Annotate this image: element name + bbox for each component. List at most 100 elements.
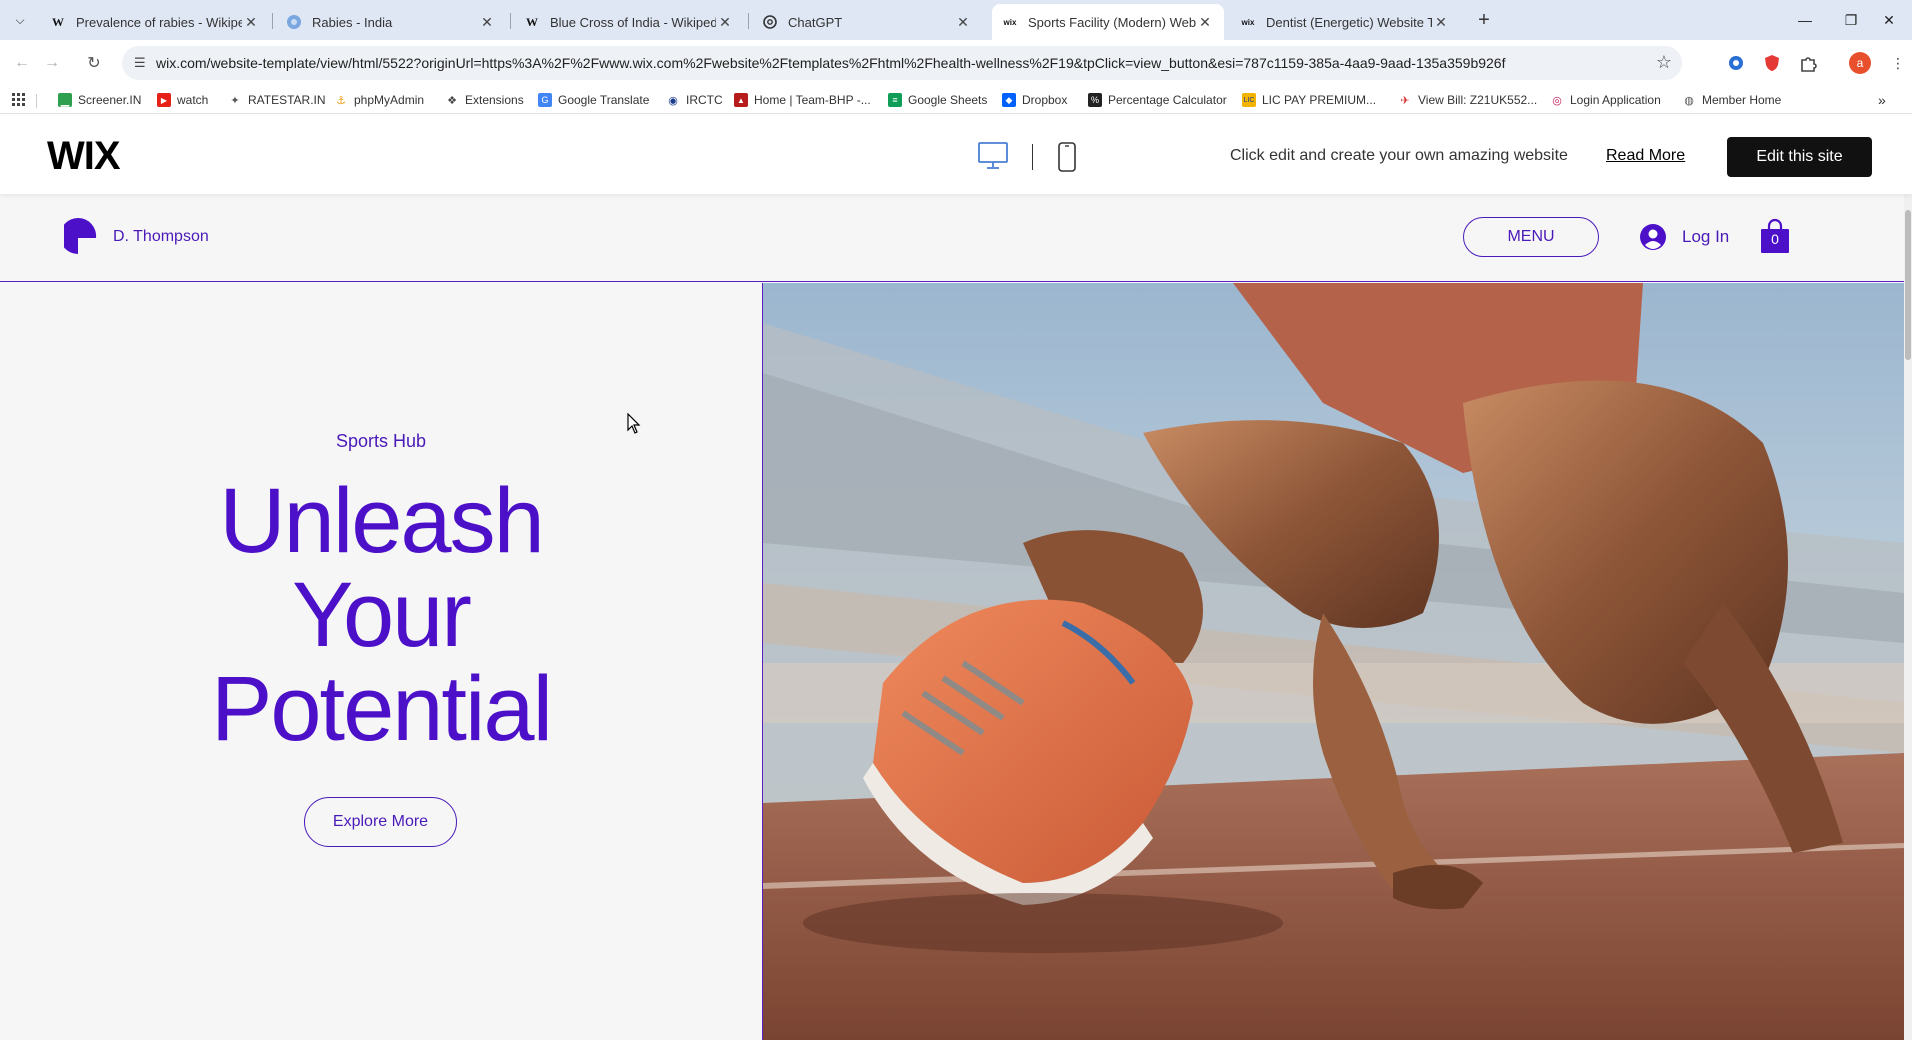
- tab-divider: [510, 13, 511, 29]
- browser-tab-6[interactable]: wix Dentist (Energetic) Website Ten ✕: [1230, 4, 1460, 40]
- brand-name[interactable]: D. Thompson: [113, 228, 209, 246]
- mouse-cursor-icon: [627, 413, 641, 434]
- bookmark-label: Percentage Calculator: [1108, 93, 1227, 107]
- browser-tab-5-active[interactable]: wix Sports Facility (Modern) Websit ✕: [992, 4, 1224, 40]
- reload-icon[interactable]: ↻: [82, 51, 106, 75]
- bookmark-phpmyadmin[interactable]: ⚓ phpMyAdmin: [334, 91, 424, 109]
- browser-tab-1[interactable]: W Prevalence of rabies - Wikipedi ✕: [40, 4, 270, 40]
- bookmark-login-application[interactable]: ◎ Login Application: [1550, 91, 1661, 109]
- browser-tab-4[interactable]: ChatGPT ✕: [752, 4, 982, 40]
- wix-favicon-icon: wix: [1003, 17, 1017, 27]
- lic-icon: LIC: [1242, 93, 1256, 107]
- chrome-profile-avatar[interactable]: a: [1849, 52, 1871, 74]
- tab-title: Dentist (Energetic) Website Ten: [1266, 14, 1432, 30]
- chatgpt-icon: [762, 14, 778, 30]
- tab-title: ChatGPT: [788, 14, 843, 30]
- bookmark-label: LIC PAY PREMIUM...: [1262, 93, 1377, 107]
- site-info-icon[interactable]: ☰: [134, 55, 146, 71]
- bookmark-divider: [36, 94, 37, 108]
- new-tab-plus-icon[interactable]: +: [1472, 8, 1496, 32]
- close-tab-icon[interactable]: ✕: [954, 14, 972, 31]
- tab-title: Sports Facility (Modern) Websit: [1028, 14, 1196, 30]
- headline-line-3: Potential: [210, 658, 553, 760]
- bookmark-label: phpMyAdmin: [354, 93, 425, 107]
- minimize-icon[interactable]: —: [1782, 0, 1828, 40]
- bookmark-google-sheets[interactable]: ≡ Google Sheets: [888, 91, 987, 109]
- browser-tab-3[interactable]: W Blue Cross of India - Wikipedia ✕: [514, 4, 744, 40]
- bookmark-percentage-calculator[interactable]: % Percentage Calculator: [1088, 91, 1227, 109]
- wix-logo[interactable]: WIX: [47, 134, 121, 179]
- scrollbar-thumb[interactable]: [1905, 210, 1911, 360]
- extension-shield-icon[interactable]: [1760, 51, 1784, 75]
- close-tab-icon[interactable]: ✕: [1432, 14, 1450, 31]
- tab-search-chevron-icon[interactable]: ⌵: [8, 8, 32, 32]
- close-tab-icon[interactable]: ✕: [242, 14, 260, 31]
- headline-line-1: Unleash: [219, 470, 545, 572]
- close-tab-icon[interactable]: ✕: [716, 14, 734, 31]
- extensions-puzzle-icon[interactable]: [1796, 51, 1820, 75]
- hero-image-athlete: [763, 283, 1904, 1040]
- phpmyadmin-icon: ⚓: [336, 94, 346, 107]
- bookmark-extensions[interactable]: ❖ Extensions: [445, 91, 524, 109]
- extension-ring-icon[interactable]: [1724, 51, 1748, 75]
- bookmark-irctc[interactable]: ◉ IRCTC: [666, 91, 723, 109]
- bookmark-label: Google Translate: [558, 93, 650, 107]
- sheets-icon: ≡: [888, 93, 902, 107]
- close-tab-icon[interactable]: ✕: [478, 14, 496, 31]
- cart-count: 0: [1771, 231, 1779, 247]
- apps-grid-icon[interactable]: [12, 91, 26, 109]
- wix-favicon-icon: wix: [1241, 17, 1255, 27]
- browser-tab-2[interactable]: Rabies - India ✕: [276, 4, 506, 40]
- read-more-link[interactable]: Read More: [1606, 147, 1685, 165]
- tab-title: Blue Cross of India - Wikipedia: [550, 14, 716, 30]
- login-app-icon: ◎: [1552, 94, 1562, 107]
- bookmark-star-icon[interactable]: ☆: [1656, 52, 1672, 73]
- bookmark-screener[interactable]: ▁ Screener.IN: [58, 91, 141, 109]
- teambhp-icon: ▲: [734, 93, 748, 107]
- bookmark-member-home[interactable]: ◍ Member Home: [1682, 91, 1781, 109]
- globe-icon: ◍: [1684, 94, 1694, 107]
- bookmark-label: Login Application: [1570, 93, 1661, 107]
- login-button[interactable]: Log In: [1640, 224, 1729, 250]
- bill-icon: ✈: [1400, 94, 1410, 107]
- youtube-icon: ▶: [157, 93, 171, 107]
- site-preview: D. Thompson MENU Log In 0 Sports Hub Unl…: [0, 194, 1912, 1040]
- back-arrow-icon[interactable]: ←: [10, 51, 34, 75]
- address-bar[interactable]: ☰ wix.com/website-template/view/html/552…: [122, 46, 1682, 80]
- explore-more-button[interactable]: Explore More: [304, 797, 457, 847]
- close-window-icon[interactable]: ✕: [1866, 0, 1912, 40]
- hero-text-panel: Sports Hub Unleash Your Potential Explor…: [0, 283, 762, 1040]
- chart-icon: ▁: [58, 93, 72, 107]
- hero-eyebrow: Sports Hub: [335, 431, 427, 451]
- more-bookmarks-chevron-icon[interactable]: »: [1878, 91, 1886, 109]
- login-label: Log In: [1682, 227, 1730, 246]
- percent-icon: %: [1088, 93, 1102, 107]
- bookmark-watch[interactable]: ▶ watch: [157, 91, 208, 109]
- close-tab-icon[interactable]: ✕: [1196, 14, 1214, 31]
- brand-logo-icon[interactable]: [64, 216, 98, 256]
- bookmark-label: IRCTC: [686, 93, 723, 107]
- menu-button[interactable]: MENU: [1463, 217, 1599, 257]
- forward-arrow-icon[interactable]: →: [40, 51, 64, 75]
- bookmark-ratestar[interactable]: ✦ RATESTAR.IN: [228, 91, 325, 109]
- mobile-view-icon[interactable]: [1058, 142, 1076, 172]
- bookmark-google-translate[interactable]: G Google Translate: [538, 91, 649, 109]
- bookmark-label: View Bill: Z21UK552...: [1418, 93, 1538, 107]
- puzzle-icon: ❖: [447, 94, 457, 107]
- chrome-menu-dots-icon[interactable]: ⋮: [1886, 51, 1910, 75]
- tab-title: Prevalence of rabies - Wikipedi: [76, 14, 242, 30]
- bookmark-view-bill[interactable]: ✈ View Bill: Z21UK552...: [1398, 91, 1537, 109]
- athlete-photo: [763, 283, 1904, 1040]
- tab-divider: [272, 13, 273, 29]
- desktop-view-icon[interactable]: [978, 142, 1008, 170]
- bookmark-lic-pay-premium[interactable]: LIC LIC PAY PREMIUM...: [1242, 91, 1376, 109]
- device-divider: [1032, 144, 1033, 170]
- bookmark-team-bhp[interactable]: ▲ Home | Team-BHP -...: [734, 91, 871, 109]
- bookmark-label: Google Sheets: [908, 93, 988, 107]
- headline-line-2: Your: [292, 564, 472, 666]
- edit-this-site-button[interactable]: Edit this site: [1727, 137, 1872, 177]
- url-text[interactable]: wix.com/website-template/view/html/5522?…: [156, 55, 1505, 71]
- browser-tab-strip: ⌵ W Prevalence of rabies - Wikipedi ✕ Ra…: [0, 0, 1912, 40]
- bookmark-dropbox[interactable]: ◆ Dropbox: [1002, 91, 1067, 109]
- dropbox-icon: ◆: [1002, 93, 1016, 107]
